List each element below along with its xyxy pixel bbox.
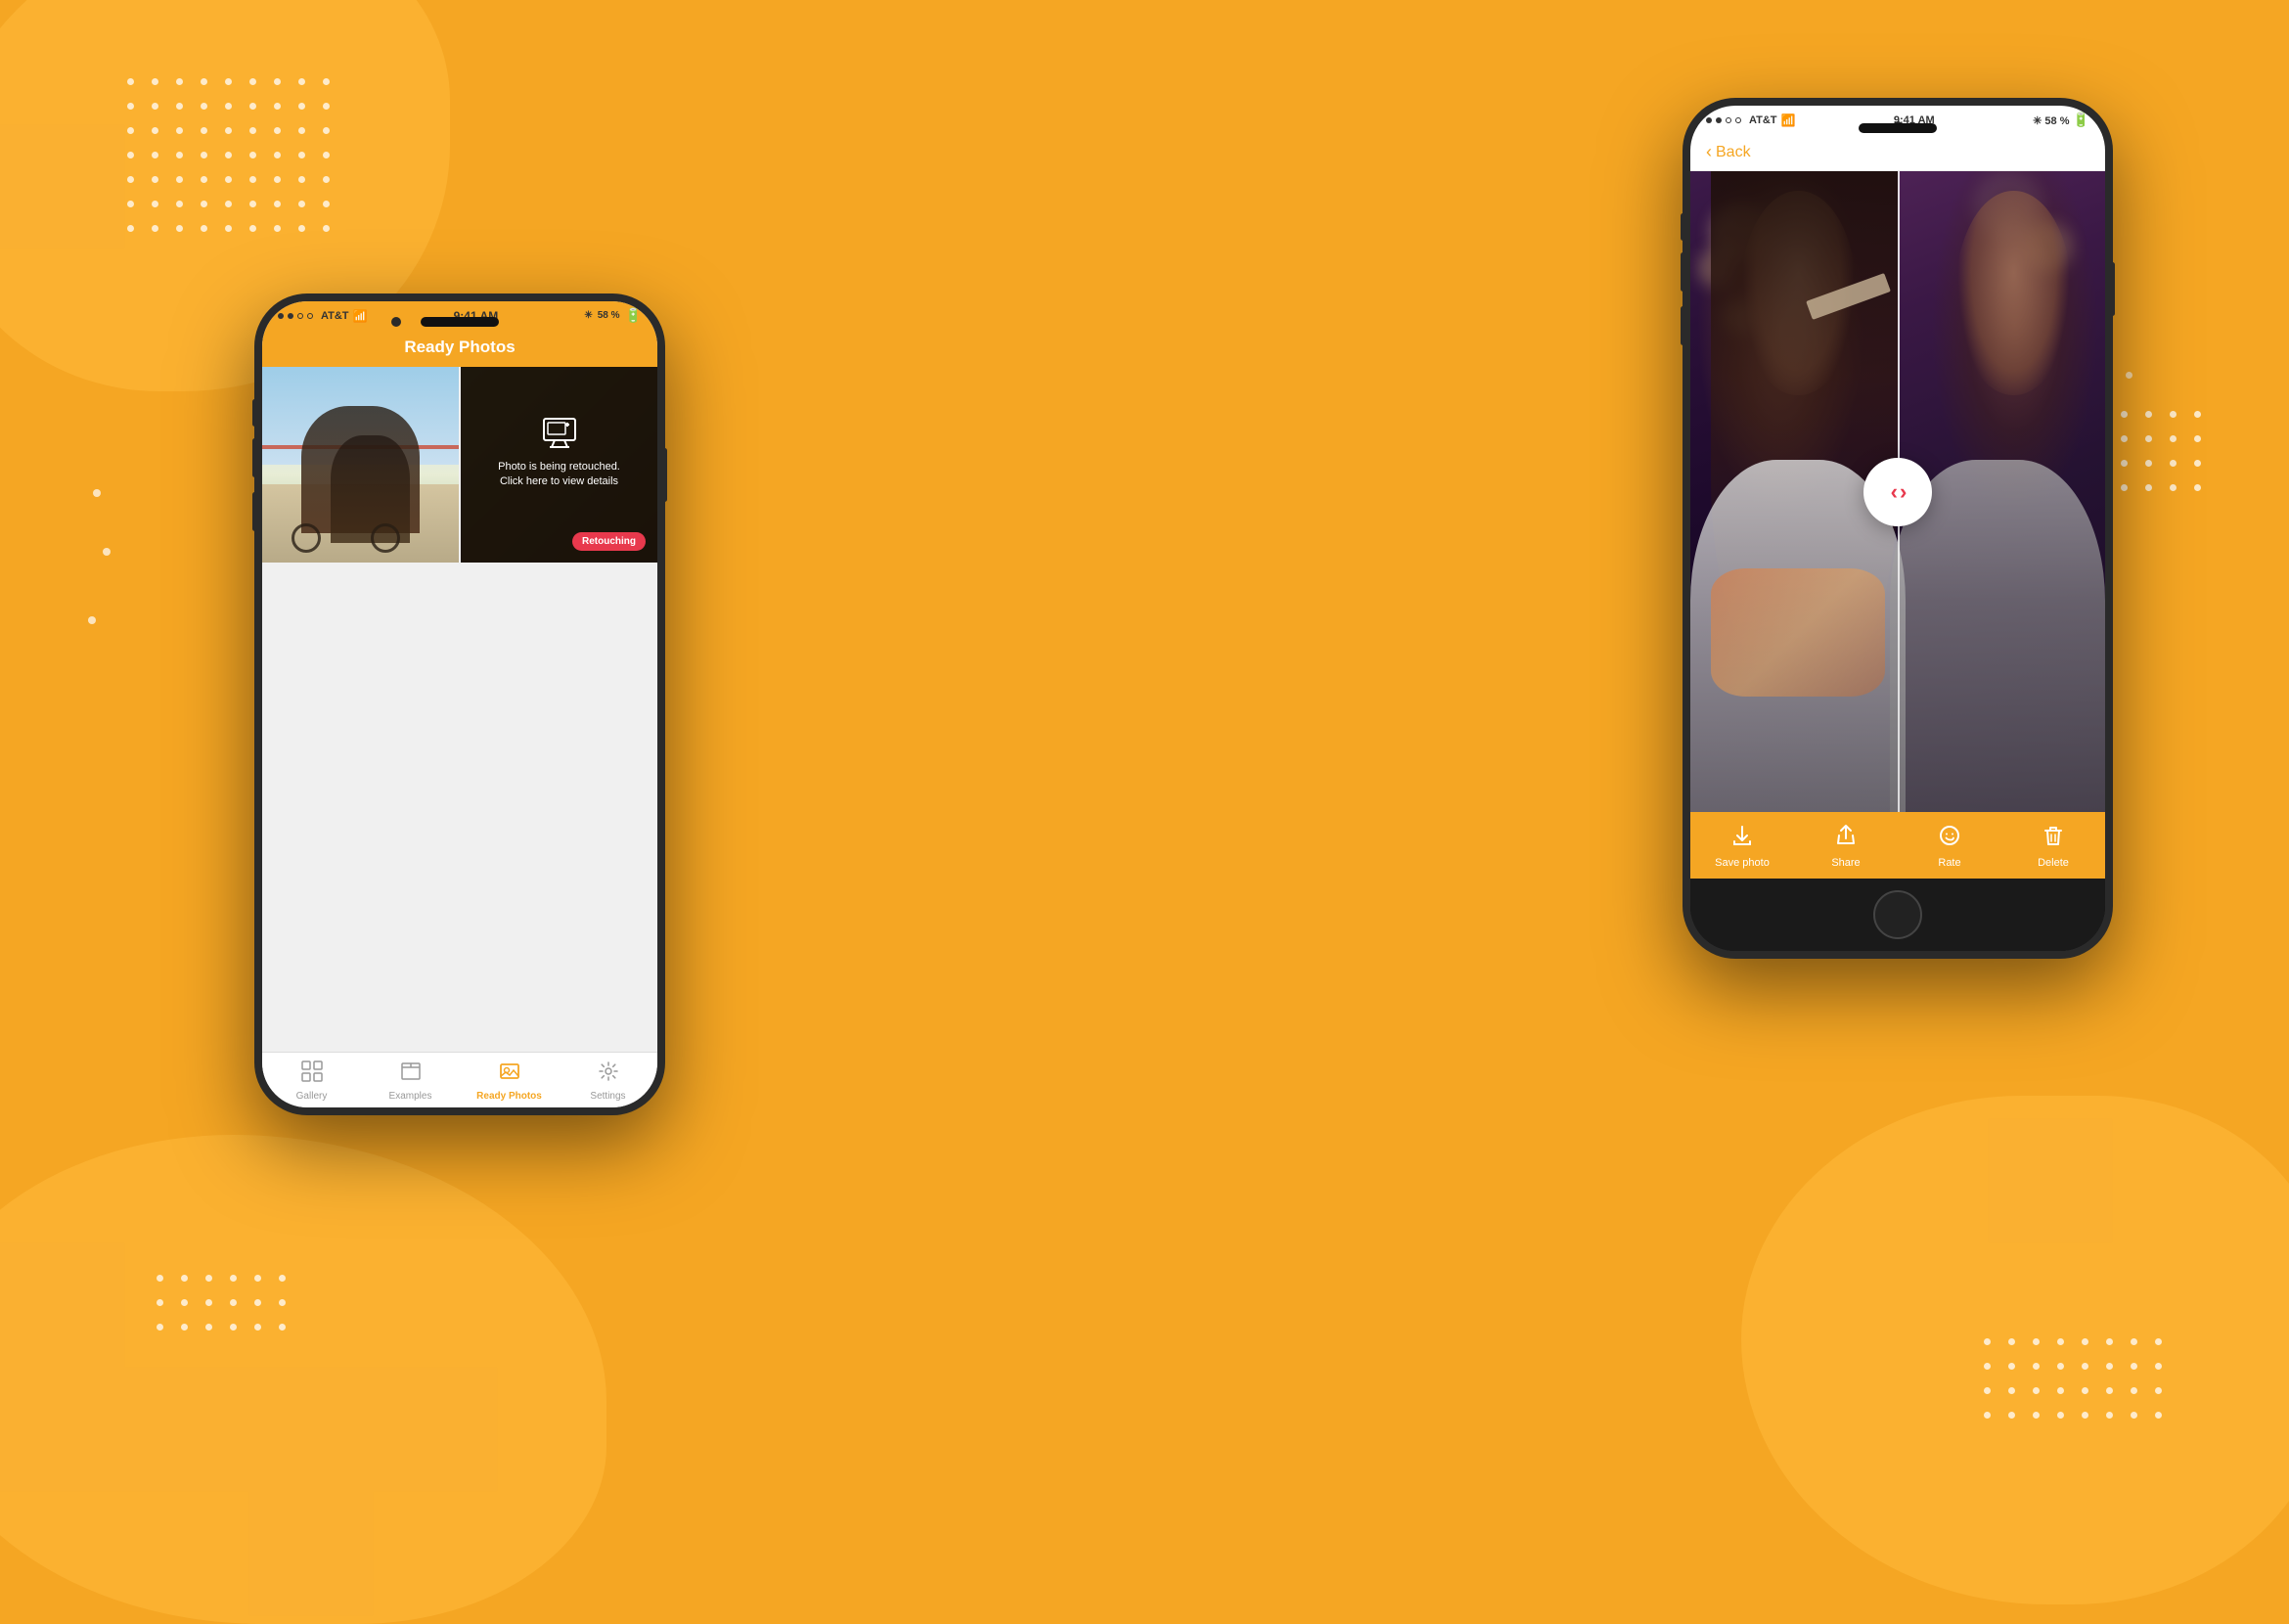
- signal-dot-1: [278, 313, 284, 319]
- carrier-name: AT&T: [321, 310, 349, 322]
- volume-down-button-r[interactable]: [1681, 306, 1685, 345]
- back-chevron-icon: ‹: [1706, 142, 1712, 162]
- tab-bar-left: Gallery Examples: [262, 1052, 657, 1107]
- save-photo-label: Save photo: [1715, 857, 1770, 869]
- carrier-info-right: AT&T 📶: [1706, 113, 1795, 127]
- rate-label: Rate: [1938, 857, 1960, 869]
- shirt-design: [1711, 568, 1885, 697]
- wifi-icon-right: 📶: [1781, 113, 1796, 127]
- settings-icon: [598, 1060, 619, 1088]
- battery-info-left: ✳ 58 % 🔋: [584, 307, 642, 324]
- content-area-left: [262, 563, 657, 1052]
- tab-ready-photos-label: Ready Photos: [476, 1091, 542, 1102]
- phone-left: AT&T 📶 9:41 AM ✳ 58 % 🔋 Ready Photos: [254, 293, 665, 1115]
- tab-gallery-label: Gallery: [296, 1091, 328, 1102]
- photo-cell-girls-bike[interactable]: [262, 367, 459, 563]
- signal-dot-r1: [1706, 117, 1712, 123]
- signal-dot-r3: [1726, 117, 1731, 123]
- action-bar: Save photo Share: [1690, 812, 2105, 879]
- phone-left-screen: AT&T 📶 9:41 AM ✳ 58 % 🔋 Ready Photos: [262, 301, 657, 1107]
- share-button[interactable]: Share: [1794, 812, 1898, 879]
- dot-scatter-3: [88, 616, 96, 624]
- volume-up-button[interactable]: [252, 438, 257, 477]
- dot-grid-bottomright: [1984, 1338, 2162, 1419]
- examples-icon: [400, 1060, 422, 1088]
- back-navigation-bar: ‹ Back: [1690, 134, 2105, 171]
- wifi-icon: 📶: [353, 309, 368, 323]
- photo-cell-retouching[interactable]: Photo is being retouched. Click here to …: [461, 367, 657, 563]
- battery-pct-right: 58 %: [2044, 115, 2069, 127]
- volume-up-button-r[interactable]: [1681, 252, 1685, 292]
- carrier-name-right: AT&T: [1749, 114, 1777, 126]
- delete-label: Delete: [2038, 857, 2069, 869]
- back-button-label: Back: [1716, 144, 1751, 161]
- signal-dot-2: [288, 313, 293, 319]
- silent-button[interactable]: [252, 399, 257, 427]
- slider-handle[interactable]: ‹ ›: [1863, 458, 1932, 526]
- dot-scatter-4: [2126, 372, 2132, 379]
- share-label: Share: [1831, 857, 1860, 869]
- tab-examples-label: Examples: [389, 1091, 432, 1102]
- battery-icon-right: 🔋: [2073, 112, 2089, 127]
- bike-wheel-1: [292, 523, 321, 553]
- earpiece-speaker-right: [1859, 123, 1937, 133]
- rate-icon: [1938, 824, 1961, 853]
- tab-gallery[interactable]: Gallery: [262, 1053, 361, 1107]
- home-button[interactable]: [1873, 890, 1922, 939]
- monitor-icon: [540, 413, 579, 452]
- signal-dot-r2: [1716, 117, 1722, 123]
- battery-pct-left: 58 %: [598, 310, 620, 321]
- earpiece-speaker: [421, 317, 499, 327]
- woman-face-after: [1955, 191, 2072, 396]
- bike-wheel-2: [371, 523, 400, 553]
- gallery-icon: [301, 1060, 323, 1088]
- phone-right-screen: AT&T 📶 9:41 AM ✳ 58 % 🔋 ‹ Back: [1690, 106, 2105, 951]
- app-header-left: Ready Photos: [262, 330, 657, 367]
- delete-icon: [2042, 824, 2065, 853]
- person-silhouette-2: [331, 435, 409, 543]
- photo-grid: Photo is being retouched. Click here to …: [262, 367, 657, 563]
- dot-grid-topleft: [127, 78, 330, 232]
- ready-photos-icon: [499, 1060, 520, 1088]
- power-button[interactable]: [662, 448, 667, 502]
- bluetooth-icon-right: ✳: [2033, 115, 2042, 127]
- tab-examples[interactable]: Examples: [361, 1053, 460, 1107]
- bluetooth-icon: ✳: [584, 310, 592, 321]
- dot-grid-bottomleft: [157, 1275, 286, 1331]
- save-photo-button[interactable]: Save photo: [1690, 812, 1794, 879]
- bike-scene-image: [262, 367, 459, 563]
- tab-ready-photos[interactable]: Ready Photos: [460, 1053, 559, 1107]
- share-icon: [1834, 824, 1858, 853]
- app-title-left: Ready Photos: [404, 338, 515, 356]
- retouching-description: Photo is being retouched. Click here to …: [492, 460, 626, 490]
- signal-dot-3: [297, 313, 303, 319]
- save-photo-icon: [1730, 824, 1754, 853]
- signal-dot-4: [307, 313, 313, 319]
- tab-settings[interactable]: Settings: [559, 1053, 657, 1107]
- home-indicator: [1690, 879, 2105, 951]
- retouching-content: Photo is being retouched. Click here to …: [476, 383, 642, 547]
- volume-down-button[interactable]: [252, 492, 257, 531]
- delete-button[interactable]: Delete: [2001, 812, 2105, 879]
- rate-button[interactable]: Rate: [1898, 812, 2001, 879]
- signal-dot-r4: [1735, 117, 1741, 123]
- silent-button-r[interactable]: [1681, 213, 1685, 241]
- battery-info-right: ✳ 58 % 🔋: [2033, 112, 2089, 128]
- decorative-blob-bottomleft: [0, 1135, 606, 1624]
- front-camera: [391, 317, 401, 327]
- phone-right: AT&T 📶 9:41 AM ✳ 58 % 🔋 ‹ Back: [1683, 98, 2113, 959]
- battery-icon-left: 🔋: [625, 307, 642, 324]
- slider-arrows-icon: ‹ ›: [1891, 479, 1906, 505]
- back-button[interactable]: ‹ Back: [1706, 142, 1751, 162]
- photo-comparison-view[interactable]: ‹ ›: [1690, 171, 2105, 812]
- carrier-info: AT&T 📶: [278, 309, 367, 323]
- dot-scatter-1: [93, 489, 101, 497]
- power-button-r[interactable]: [2110, 262, 2115, 316]
- photo-scene: ‹ ›: [1690, 171, 2105, 812]
- tab-settings-label: Settings: [590, 1091, 625, 1102]
- dot-scatter-2: [103, 548, 111, 556]
